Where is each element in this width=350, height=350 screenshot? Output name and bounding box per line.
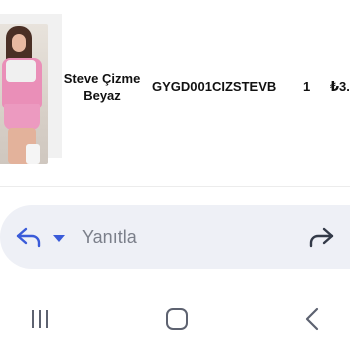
product-name-line2: Beyaz xyxy=(83,88,121,103)
back-icon[interactable] xyxy=(298,304,328,334)
reply-arrow-icon[interactable] xyxy=(14,223,44,251)
product-thumbnail[interactable] xyxy=(0,24,48,164)
reply-bar: Yanıtla xyxy=(0,205,350,269)
order-item-row: Steve Çizme Beyaz GYGD001CIZSTEVB 1 ₺3. xyxy=(0,0,350,168)
recents-icon[interactable] xyxy=(28,304,58,334)
forward-arrow-icon[interactable] xyxy=(306,223,336,251)
product-name: Steve Çizme Beyaz xyxy=(60,70,144,104)
content-divider xyxy=(0,186,350,187)
reply-input[interactable]: Yanıtla xyxy=(82,225,282,249)
product-quantity: 1 xyxy=(303,79,311,94)
product-sku: GYGD001CIZSTEVB xyxy=(152,79,277,94)
product-name-line1: Steve Çizme xyxy=(63,71,141,86)
home-icon[interactable] xyxy=(162,304,192,334)
navigation-bar xyxy=(0,286,350,350)
product-price: ₺3. xyxy=(330,79,350,94)
chevron-down-icon[interactable] xyxy=(52,231,66,243)
product-thumbnail-frame xyxy=(0,14,62,164)
